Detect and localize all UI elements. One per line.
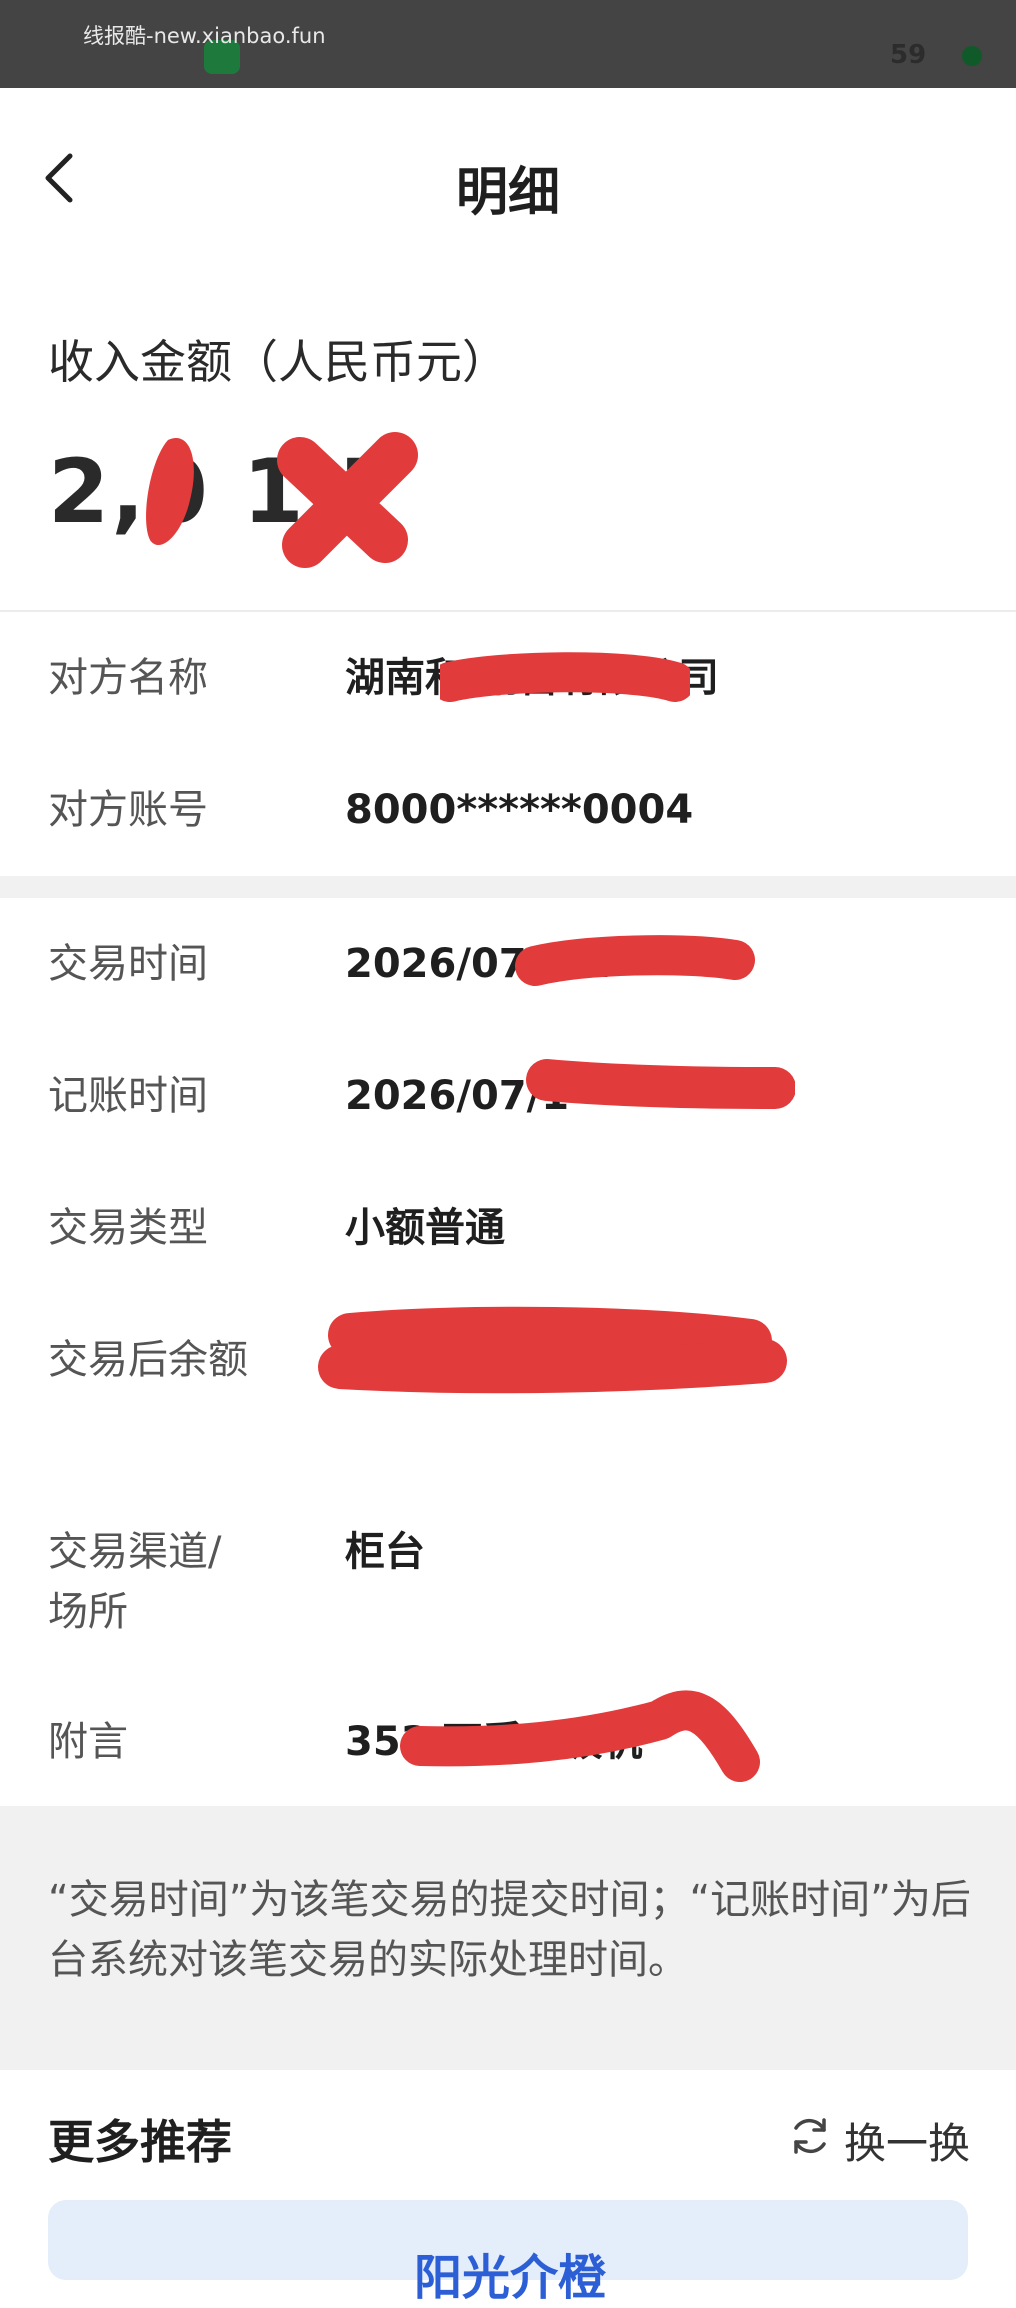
page-title: 明细 xyxy=(455,163,560,223)
counterparty-account-label: 对方账号 xyxy=(48,787,208,833)
counterparty-account-value: 8000******0004 xyxy=(345,787,694,833)
counterparty-name-label: 对方名称 xyxy=(48,655,208,701)
page-header: 明细 xyxy=(0,88,1016,268)
redaction-balance-stroke xyxy=(318,1306,787,1394)
transaction-time-value: 2026/07/ 02 xyxy=(345,941,611,987)
section-divider xyxy=(0,610,1016,612)
posting-time-label: 记账时间 xyxy=(48,1073,208,1119)
amount-label: 收入金额（人民币元） xyxy=(48,335,508,389)
more-section-title: 更多推荐 xyxy=(48,2115,232,2169)
refresh-label: 换一换 xyxy=(844,2119,971,2168)
note-label: 附言 xyxy=(48,1719,128,1765)
recommendation-card[interactable]: 阳光介橙 xyxy=(48,2200,968,2306)
transaction-time-label: 交易时间 xyxy=(48,941,208,987)
transaction-type-value: 小额普通 xyxy=(345,1205,505,1251)
counterparty-name-value: 湖南和 销售有限公司 xyxy=(345,655,719,701)
transaction-type-label: 交易类型 xyxy=(48,1205,208,1251)
channel-label: 交易渠道/场所 xyxy=(48,1529,222,1635)
refresh-icon xyxy=(794,2118,826,2154)
balance-after-label: 交易后余额 xyxy=(48,1337,248,1383)
notice-text: “交易时间”为该笔交易的提交时间；“记账时间”为后台系统对该笔交易的实际处理时间… xyxy=(48,1877,971,1983)
recommendation-card-title: 阳光介橙 xyxy=(414,2250,607,2306)
status-dot-icon xyxy=(962,46,982,66)
channel-value: 柜台 xyxy=(345,1529,425,1575)
amount-value: 2,0 1.7 xyxy=(48,440,405,543)
battery-level: 59 xyxy=(890,40,927,70)
status-bar: 线报酷-new.xianbao.fun 59 xyxy=(0,0,1016,88)
posting-time-value: 2026/07/1 xyxy=(345,1073,570,1119)
watermark-text: 线报酷-new.xianbao.fun xyxy=(83,24,326,48)
section-gap xyxy=(0,876,1016,898)
note-value: 353 可孚呼吸机 xyxy=(345,1719,643,1765)
notice-panel: “交易时间”为该笔交易的提交时间；“记账时间”为后台系统对该笔交易的实际处理时间… xyxy=(0,1806,1016,2070)
